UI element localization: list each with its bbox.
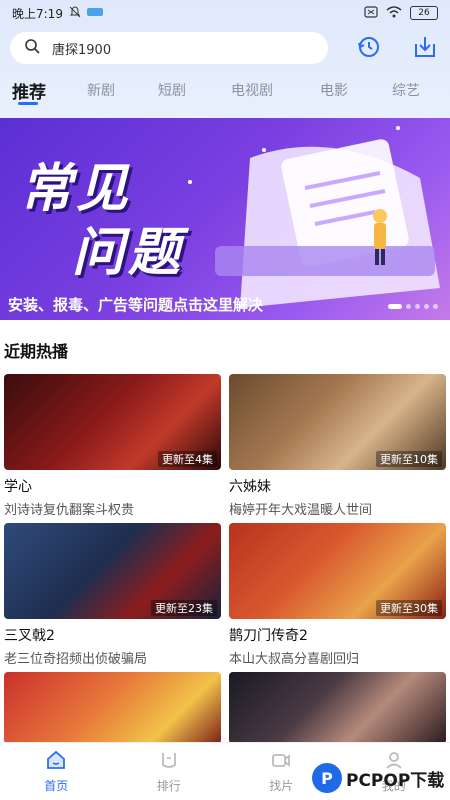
wifi-icon (386, 5, 402, 21)
pcpop-watermark: P PCPOP下载 (312, 760, 448, 796)
poster-image: 更新至10集 (229, 374, 446, 470)
status-bar: 晚上7:19 26 (0, 0, 450, 26)
watermark-logo: P (312, 763, 342, 793)
episode-badge: 更新至10集 (376, 451, 442, 467)
card-title: 鹊刀门传奇2 (229, 628, 308, 644)
poster-image: 更新至30集 (229, 523, 446, 619)
card-description: 刘诗诗复仇翻案斗权贵 (4, 503, 135, 518)
tab-new-drama[interactable]: 新剧 (58, 80, 144, 100)
ranking-icon (158, 749, 180, 775)
section-title: 近期热播 (4, 342, 69, 361)
card-title: 六姊妹 (229, 479, 271, 495)
download-button[interactable] (410, 34, 440, 64)
download-icon (412, 34, 438, 64)
drama-card[interactable]: 更新至23集 三叉戟2 老三位奇招频出侦破骗局 (4, 523, 221, 667)
pagination-dot (406, 304, 411, 309)
active-tab-indicator (18, 102, 38, 105)
faq-banner[interactable]: 常见 问题 安装、报毒、广告等问题点击这里解决 (0, 118, 450, 320)
card-description: 梅婷开年大戏温暖人世间 (229, 503, 373, 518)
nav-label: 找片 (269, 779, 294, 793)
poster-image (229, 672, 446, 744)
video-icon (270, 749, 292, 775)
search-icon (24, 38, 40, 58)
tab-recommend[interactable]: 推荐 (0, 78, 58, 103)
card-description: 本山大叔高分喜剧回归 (229, 652, 360, 667)
status-time: 晚上7:19 (12, 6, 63, 21)
card-title: 三叉戟2 (4, 628, 55, 644)
episode-badge: 更新至4集 (158, 451, 217, 467)
cloud-icon (86, 6, 103, 20)
pagination-dot (433, 304, 438, 309)
poster-image: 更新至23集 (4, 523, 221, 619)
tab-movie[interactable]: 电影 (304, 80, 364, 100)
banner-caption: 安装、报毒、广告等问题点击这里解决 (8, 296, 264, 314)
tab-short-drama[interactable]: 短剧 (144, 80, 200, 100)
search-bar[interactable]: 唐探1900 (10, 32, 328, 64)
nav-ranking[interactable]: 排行 (113, 743, 226, 800)
poster-image (4, 672, 221, 744)
watermark-text: PCPOP下载 (346, 770, 445, 791)
history-button[interactable] (354, 34, 384, 64)
category-tabs: 推荐 新剧 短剧 电视剧 电影 综艺 (0, 74, 450, 106)
nav-label: 首页 (44, 779, 69, 793)
episode-badge: 更新至30集 (376, 600, 442, 616)
banner-pagination (388, 304, 438, 309)
nav-label: 排行 (156, 779, 181, 793)
home-icon (45, 749, 67, 775)
drama-card[interactable]: 更新至10集 六姊妹 梅婷开年大戏温暖人世间 (229, 374, 446, 518)
banner-title-line2: 问题 (72, 223, 185, 283)
poster-image: 更新至4集 (4, 374, 221, 470)
pagination-dot (424, 304, 429, 309)
nav-home[interactable]: 首页 (0, 743, 113, 800)
sim-icon (364, 5, 378, 21)
history-icon (356, 34, 382, 64)
card-description: 老三位奇招频出侦破骗局 (4, 652, 148, 667)
tab-variety[interactable]: 综艺 (364, 80, 448, 100)
search-text: 唐探1900 (52, 42, 112, 58)
tab-tv-series[interactable]: 电视剧 (200, 80, 304, 100)
battery-indicator: 26 (410, 6, 438, 20)
mute-icon (69, 5, 81, 21)
drama-card[interactable]: 更新至30集 鹊刀门传奇2 本山大叔高分喜剧回归 (229, 523, 446, 667)
drama-card[interactable]: 更新至4集 学心 刘诗诗复仇翻案斗权贵 (4, 374, 221, 518)
pagination-dot (388, 304, 402, 309)
drama-card[interactable] (4, 672, 221, 744)
pagination-dot (415, 304, 420, 309)
card-title: 学心 (4, 479, 32, 495)
drama-card[interactable] (229, 672, 446, 744)
episode-badge: 更新至23集 (151, 600, 217, 616)
